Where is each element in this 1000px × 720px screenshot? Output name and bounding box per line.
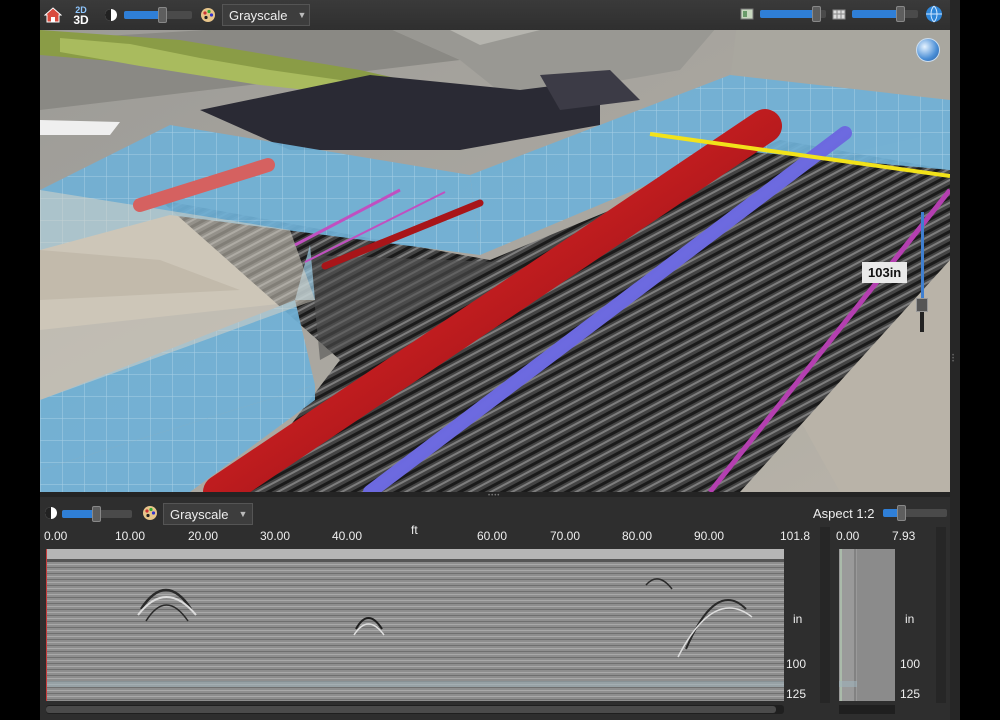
- opacity-slider-fill: [124, 11, 162, 19]
- depth-slider-stem: [920, 312, 924, 332]
- depth-unit: in: [793, 612, 803, 626]
- radargram-contrast-thumb[interactable]: [92, 506, 101, 522]
- app-frame: 2D 3D Grayscale ▼ 103in •••• • • • Grays…: [40, 0, 960, 720]
- palette-icon: [143, 506, 157, 520]
- aspect-label: Aspect 1:2: [813, 506, 875, 521]
- radargram-contrast-slider[interactable]: [62, 506, 132, 522]
- grid-opacity-slider[interactable]: [852, 6, 918, 22]
- x-tick: 90.00: [694, 529, 725, 543]
- x-tick: 40.00: [332, 529, 363, 543]
- side-horizontal-scrollbar[interactable]: [839, 705, 895, 714]
- side-depth-unit: in: [905, 612, 915, 626]
- depth-slider-thumb[interactable]: [916, 298, 928, 312]
- depth-tick: 125: [786, 687, 807, 701]
- depth-tick: 100: [786, 657, 807, 671]
- radargram-image[interactable]: [46, 549, 784, 701]
- colormap-select[interactable]: Grayscale ▼: [222, 4, 310, 26]
- aspect-slider[interactable]: [883, 505, 947, 521]
- right-toolbar: [740, 4, 944, 24]
- side-depth-tick: 100: [900, 657, 921, 671]
- x-unit: ft: [411, 523, 418, 537]
- grid-icon[interactable]: [832, 7, 846, 21]
- 3d-scene[interactable]: [40, 0, 950, 492]
- globe-icon[interactable]: [924, 4, 944, 24]
- side-grip-icon: • • •: [952, 353, 955, 365]
- side-x-tick: 7.93: [892, 529, 916, 543]
- view-mode-toggle[interactable]: 2D 3D: [70, 4, 92, 26]
- side-splitter[interactable]: • • •: [950, 0, 960, 720]
- x-tick: 10.00: [115, 529, 146, 543]
- colormap-select-value: Grayscale: [229, 7, 288, 23]
- layers-icon[interactable]: [740, 7, 754, 21]
- chevron-down-icon: ▼: [297, 10, 307, 20]
- radargram-horizontal-scrollbar-thumb[interactable]: [46, 706, 776, 713]
- x-tick: 20.00: [188, 529, 219, 543]
- radargram-horizontal-scrollbar[interactable]: [46, 705, 784, 714]
- 3d-view[interactable]: 2D 3D Grayscale ▼ 103in: [40, 0, 950, 492]
- radargram-vertical-scrollbar[interactable]: [820, 527, 830, 703]
- layer-opacity-slider-fill: [760, 10, 816, 18]
- opacity-slider[interactable]: [124, 7, 192, 23]
- grid-opacity-slider-thumb[interactable]: [896, 6, 905, 22]
- aspect-slider-thumb[interactable]: [897, 505, 906, 521]
- opacity-slider-thumb[interactable]: [158, 7, 167, 23]
- home-button[interactable]: [42, 4, 64, 26]
- radargram-colormap-value: Grayscale: [170, 506, 229, 522]
- layer-opacity-slider[interactable]: [760, 6, 826, 22]
- radargram-panel: Grayscale ▼ Aspect 1:2 0.00 10.00 20.00 …: [40, 497, 950, 720]
- side-profile-image[interactable]: [839, 549, 895, 701]
- reset-view-globe-button[interactable]: [916, 38, 940, 62]
- layer-opacity-slider-thumb[interactable]: [812, 6, 821, 22]
- x-tick: 60.00: [477, 529, 508, 543]
- home-icon: [44, 7, 62, 23]
- x-tick: 0.00: [44, 529, 68, 543]
- radargram-contrast-fill: [62, 510, 96, 518]
- depth-slider-track: [921, 212, 924, 312]
- view-mode-3d-label: 3D: [73, 13, 89, 27]
- palette-icon: [201, 8, 215, 22]
- grid-opacity-slider-fill: [852, 10, 900, 18]
- contrast-icon: [105, 9, 117, 21]
- depth-slider[interactable]: [916, 212, 928, 332]
- contrast-icon: [45, 507, 57, 519]
- radargram-colormap-select[interactable]: Grayscale ▼: [163, 503, 253, 525]
- x-tick: 70.00: [550, 529, 581, 543]
- side-depth-tick: 125: [900, 687, 921, 701]
- chevron-down-icon: ▼: [238, 509, 248, 519]
- x-tick: 101.8: [780, 529, 811, 543]
- x-tick: 80.00: [622, 529, 653, 543]
- depth-label: 103in: [862, 262, 908, 283]
- x-tick: 30.00: [260, 529, 291, 543]
- side-vertical-scrollbar[interactable]: [936, 527, 946, 703]
- side-x-tick: 0.00: [836, 529, 860, 543]
